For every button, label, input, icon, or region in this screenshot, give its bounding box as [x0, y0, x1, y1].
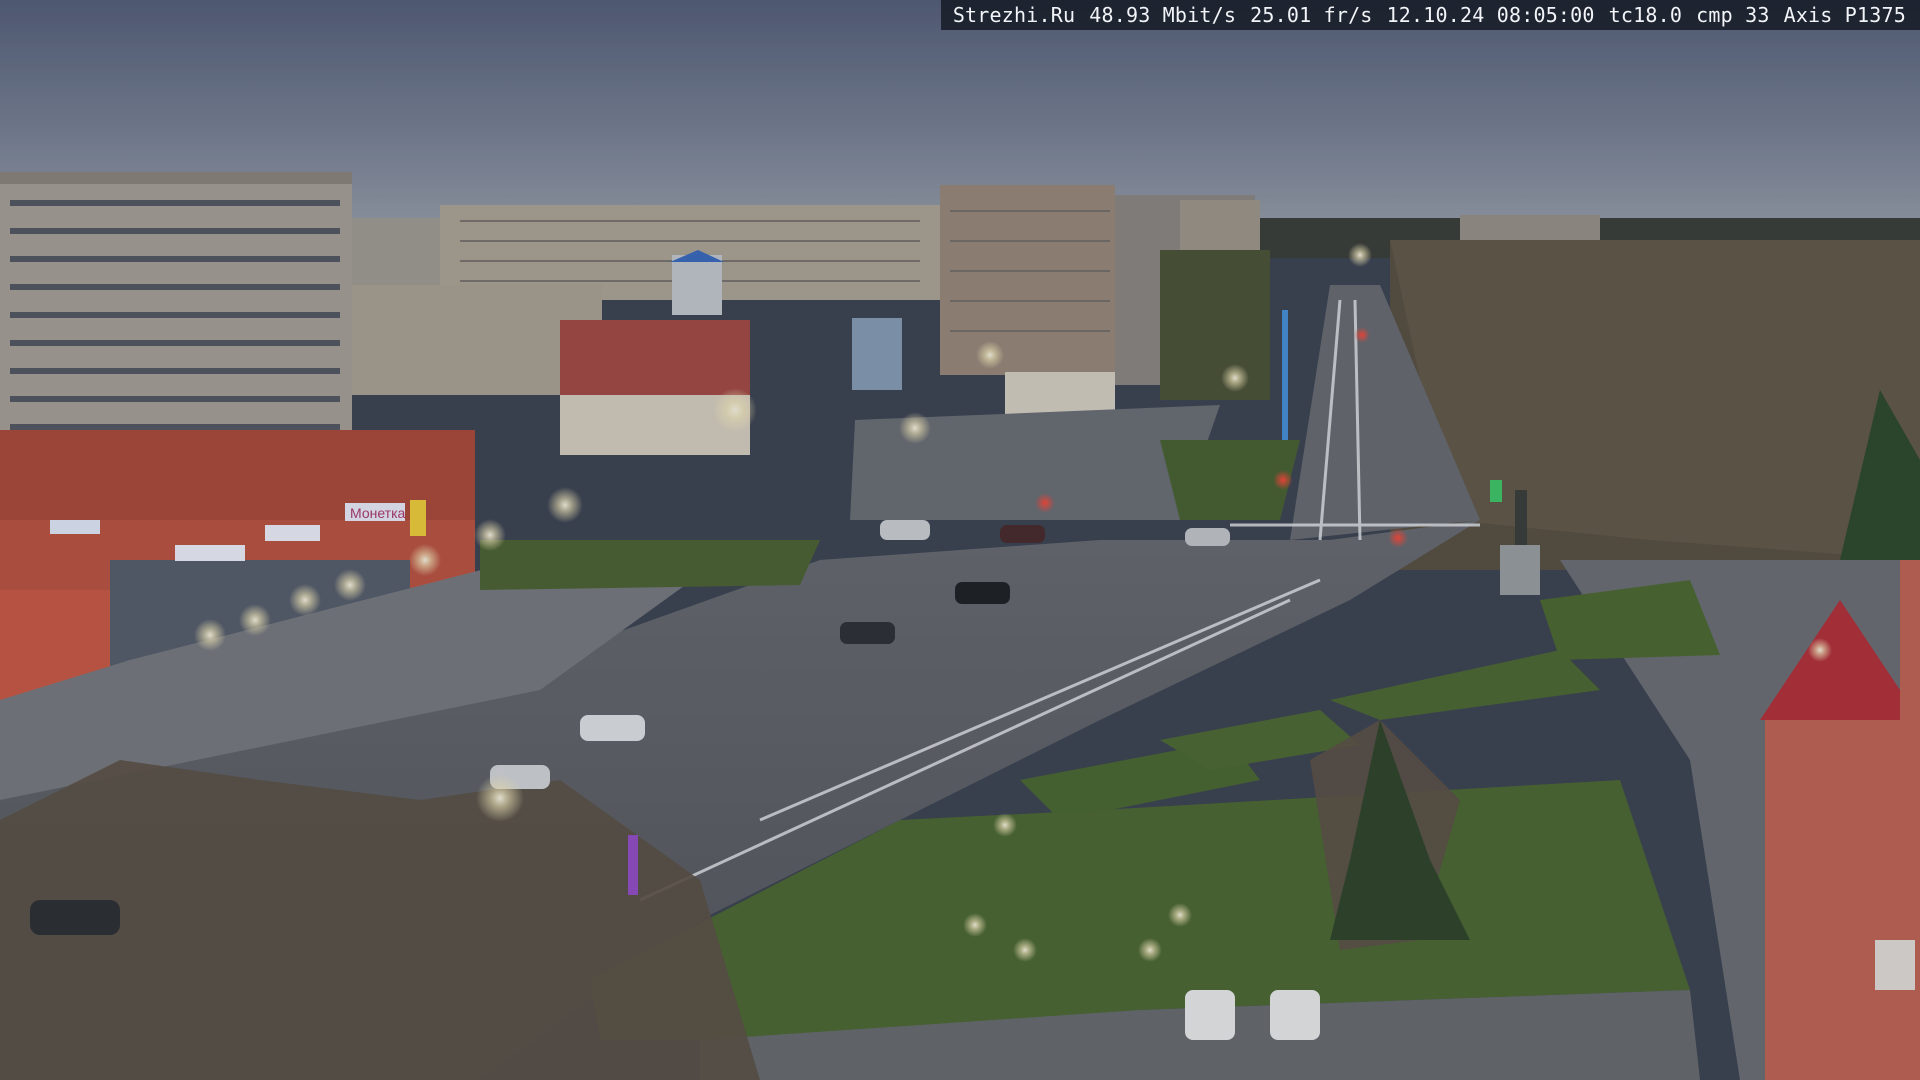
- tc-label: tc18.0: [1608, 3, 1683, 27]
- camera-model-label: Axis P1375: [1783, 3, 1906, 27]
- framerate-label: 25.01 fr/s: [1250, 3, 1373, 27]
- bitrate-label: 48.93 Mbit/s: [1089, 3, 1237, 27]
- webcam-scene: Монетка: [0, 0, 1920, 1080]
- cmp-label: cmp 33: [1696, 3, 1770, 27]
- camera-info-overlay: Strezhi.Ru 48.93 Mbit/s 25.01 fr/s 12.10…: [940, 0, 1920, 30]
- dusk-tint: [0, 0, 1920, 1080]
- site-label: Strezhi.Ru: [952, 3, 1076, 27]
- datetime-label: 12.10.24 08:05:00: [1386, 3, 1595, 27]
